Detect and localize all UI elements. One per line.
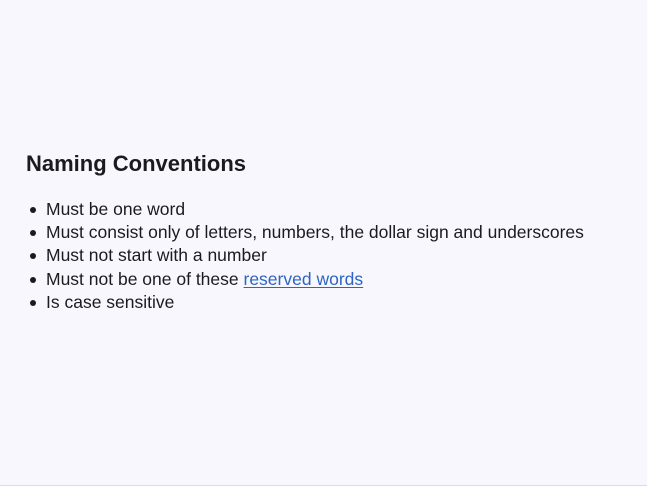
list-item: Must consist only of letters, numbers, t… [26,221,636,244]
list-item-text: Must be one word [46,199,186,219]
list-item-text: Is case sensitive [46,291,175,312]
bullet-icon [30,207,36,213]
bullet-icon [30,230,36,237]
list-item: Must not start with a number [26,244,636,267]
list-item: Is case sensitive [26,291,636,314]
bullet-icon [30,299,36,306]
bullet-icon [30,253,36,260]
slide: Naming Conventions Must be one word Must… [0,0,647,486]
list-item-text: Must not be one of these [46,268,244,289]
list-item: Must be one word [26,198,636,221]
reserved-words-link[interactable]: reserved words [244,269,364,289]
page-title: Naming Conventions [26,151,247,176]
content-area: Naming Conventions Must be one word Must… [26,148,636,312]
list-item-text: Must consist only of letters, numbers, t… [46,222,584,243]
bullet-icon [30,276,36,283]
list-item: Must not be one of these reserved words [26,268,636,291]
conventions-list: Must be one word Must consist only of le… [26,198,636,314]
list-item-text: Must not start with a number [46,245,267,266]
